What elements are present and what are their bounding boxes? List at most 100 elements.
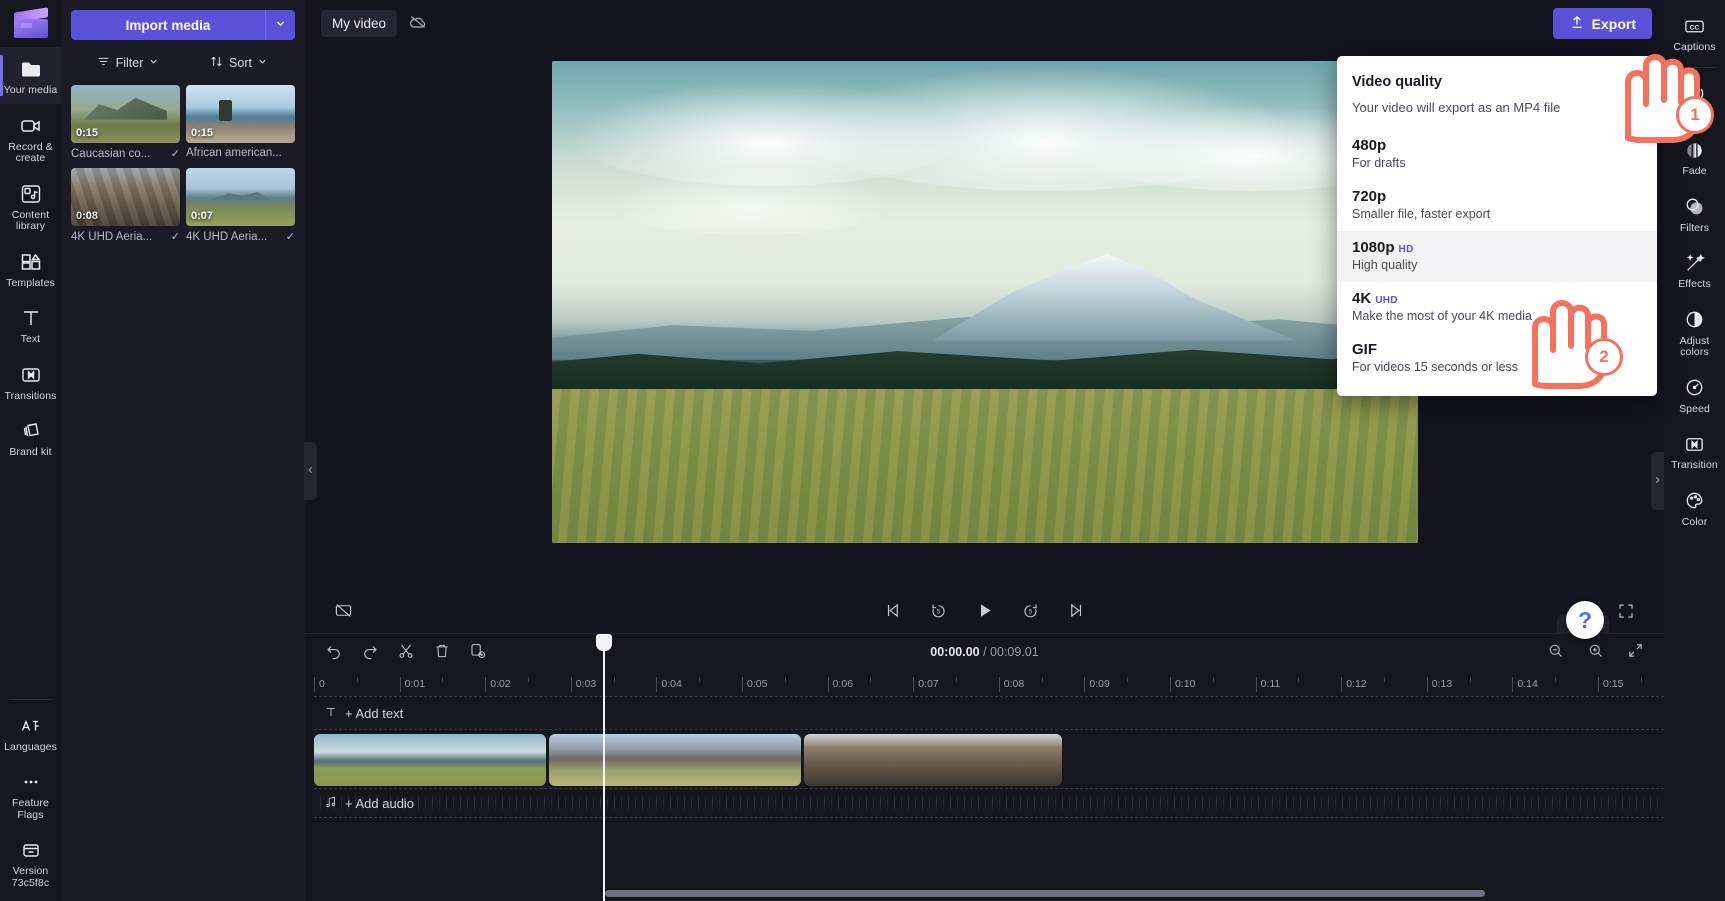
undo-button[interactable] — [321, 639, 347, 665]
import-media-button[interactable]: Import media — [71, 10, 265, 40]
ruler-tick-minor — [1127, 677, 1132, 682]
sidebar-item-feature-flags[interactable]: Feature Flags — [0, 760, 61, 828]
zoom-out-button[interactable] — [1542, 639, 1568, 665]
media-thumbnail: 0:15 — [186, 85, 295, 143]
rail-item-label: Captions — [1673, 41, 1716, 53]
rail-item-captions[interactable]: CC Captions — [1664, 4, 1725, 61]
option-name: 480p — [1352, 137, 1387, 154]
media-thumbnail: 0:07 — [186, 168, 295, 226]
sidebar-item-text[interactable]: Text — [0, 296, 61, 353]
sidebar-item-version[interactable]: Version 73c5f8c — [0, 828, 61, 901]
media-item[interactable]: 0:15 African american... — [186, 85, 295, 160]
toggle-captions-button[interactable] — [327, 597, 359, 627]
rail-item-color[interactable]: Color — [1664, 479, 1725, 536]
rail-item-audio[interactable]: Audio — [1664, 72, 1725, 129]
sidebar-item-record-create[interactable]: Record & create — [0, 104, 61, 172]
sidebar-item-templates[interactable]: Templates — [0, 240, 61, 297]
rail-item-adjust-colors[interactable]: Adjust colors — [1664, 298, 1725, 366]
video-canvas[interactable] — [551, 61, 1418, 543]
ruler-tick-minor — [613, 677, 619, 682]
scissors-icon — [397, 642, 415, 663]
import-media-dropdown-button[interactable] — [265, 10, 295, 40]
timeline-clip[interactable] — [804, 734, 1062, 786]
timeline-clip[interactable] — [549, 734, 801, 786]
fullscreen-button[interactable] — [1610, 597, 1642, 627]
rail-item-effects[interactable]: Effects — [1664, 241, 1725, 298]
fade-icon — [1682, 137, 1708, 163]
rail-item-label: Audio — [1680, 108, 1709, 121]
sidebar-item-transitions[interactable]: Transitions — [0, 353, 61, 410]
media-duration: 0:15 — [191, 127, 214, 139]
skip-to-start-button[interactable] — [877, 597, 909, 627]
filter-button[interactable]: Filter — [75, 51, 180, 75]
export-button-label: Export — [1591, 15, 1636, 32]
export-option-480p[interactable]: 480p For drafts — [1337, 129, 1657, 180]
ruler-tick: 0 — [314, 677, 325, 692]
timeline-ruler[interactable]: 0 0:01 0:02 0:03 0:04 0:05 0:06 0:07 0:08 0:09 0:1… — [314, 670, 1664, 694]
project-title-button[interactable]: My video — [321, 10, 398, 37]
chevron-left-icon — [306, 464, 315, 479]
transitions-icon — [1682, 431, 1708, 457]
svg-text:CC: CC — [1690, 24, 1700, 31]
sort-button[interactable]: Sort — [186, 51, 291, 75]
sidebar-item-content-library[interactable]: Content library — [0, 172, 61, 240]
rewind-5-button[interactable]: 5 — [923, 597, 955, 627]
total-timecode: 00:09.01 — [990, 645, 1039, 659]
delete-button[interactable] — [429, 639, 455, 665]
collapse-media-panel-button[interactable] — [304, 442, 317, 500]
export-option-gif[interactable]: GIF For videos 15 seconds or less — [1337, 333, 1657, 384]
media-item[interactable]: 0:08 4K UHD Aeria... ✓ — [71, 168, 180, 243]
export-option-1080p[interactable]: 1080p HD High quality — [1337, 231, 1657, 282]
app-logo[interactable] — [0, 0, 61, 47]
fit-to-screen-button[interactable] — [1622, 639, 1648, 665]
ruler-tick: 0:13 — [1426, 677, 1452, 692]
rail-item-fade[interactable]: Fade — [1664, 128, 1725, 185]
timeline: 00:00.00 / 00:09.01 0 0:01 0:02 0:03 0:0… — [305, 633, 1664, 901]
timeline-clip[interactable] — [314, 734, 546, 786]
sidebar-item-languages[interactable]: Languages — [0, 704, 61, 761]
playhead-handle[interactable] — [596, 634, 612, 651]
export-option-720p[interactable]: 720p Smaller file, faster export — [1337, 180, 1657, 231]
media-duration: 0:07 — [191, 210, 214, 222]
fullscreen-icon — [1617, 602, 1635, 623]
collapse-properties-panel-button[interactable] — [1651, 452, 1664, 510]
playhead[interactable] — [596, 634, 612, 901]
help-button[interactable]: ? — [1566, 601, 1604, 639]
ruler-tick: 0:14 — [1512, 677, 1538, 692]
sidebar-item-brand-kit[interactable]: Brand kit — [0, 409, 61, 466]
export-option-4k[interactable]: 4K UHD Make the most of your 4K media — [1337, 282, 1657, 333]
ruler-tick-minor — [356, 677, 362, 682]
add-text-track[interactable]: + Add text — [314, 696, 1664, 730]
ruler-tick-minor — [1041, 677, 1047, 682]
export-button[interactable]: Export — [1552, 8, 1652, 39]
media-item[interactable]: 0:15 Caucasian co... ✓ — [71, 85, 180, 160]
sidebar-item-your-media[interactable]: Your media — [0, 47, 61, 104]
cloud-sync-status-button[interactable] — [403, 10, 433, 38]
video-frame-image — [551, 61, 1418, 543]
sidebar-item-label: Brand kit — [9, 446, 52, 458]
zoom-in-button[interactable] — [1582, 639, 1608, 665]
option-name: 1080p — [1352, 239, 1395, 256]
redo-button[interactable] — [357, 639, 383, 665]
option-name: 4K — [1352, 290, 1372, 307]
upload-arrow-icon — [1569, 14, 1585, 33]
rail-item-filters[interactable]: Filters — [1664, 185, 1725, 242]
play-button[interactable] — [969, 597, 1001, 627]
ruler-tick: 0:01 — [399, 677, 425, 692]
filters-icon — [1682, 194, 1708, 220]
rail-item-speed[interactable]: Speed — [1664, 366, 1725, 423]
ruler-tick: 0:05 — [742, 677, 767, 692]
rail-item-transition[interactable]: Transition — [1664, 422, 1725, 479]
duplicate-button[interactable] — [465, 639, 491, 665]
media-item[interactable]: 0:07 4K UHD Aeria... ✓ — [186, 168, 295, 243]
rail-divider — [1672, 66, 1717, 68]
timeline-horizontal-scrollbar[interactable] — [605, 890, 1485, 897]
add-audio-label: + Add audio — [345, 795, 415, 811]
filter-sort-row: Filter Sort — [61, 40, 305, 81]
forward-5-button[interactable]: 5 — [1015, 597, 1047, 627]
split-button[interactable] — [393, 639, 419, 665]
option-desc: Make the most of your 4K media — [1352, 309, 1532, 323]
add-audio-track[interactable]: + Add audio — [314, 788, 1664, 818]
timeline-tracks: + Add text + Add audio — [305, 696, 1664, 818]
skip-to-end-button[interactable] — [1061, 597, 1093, 627]
